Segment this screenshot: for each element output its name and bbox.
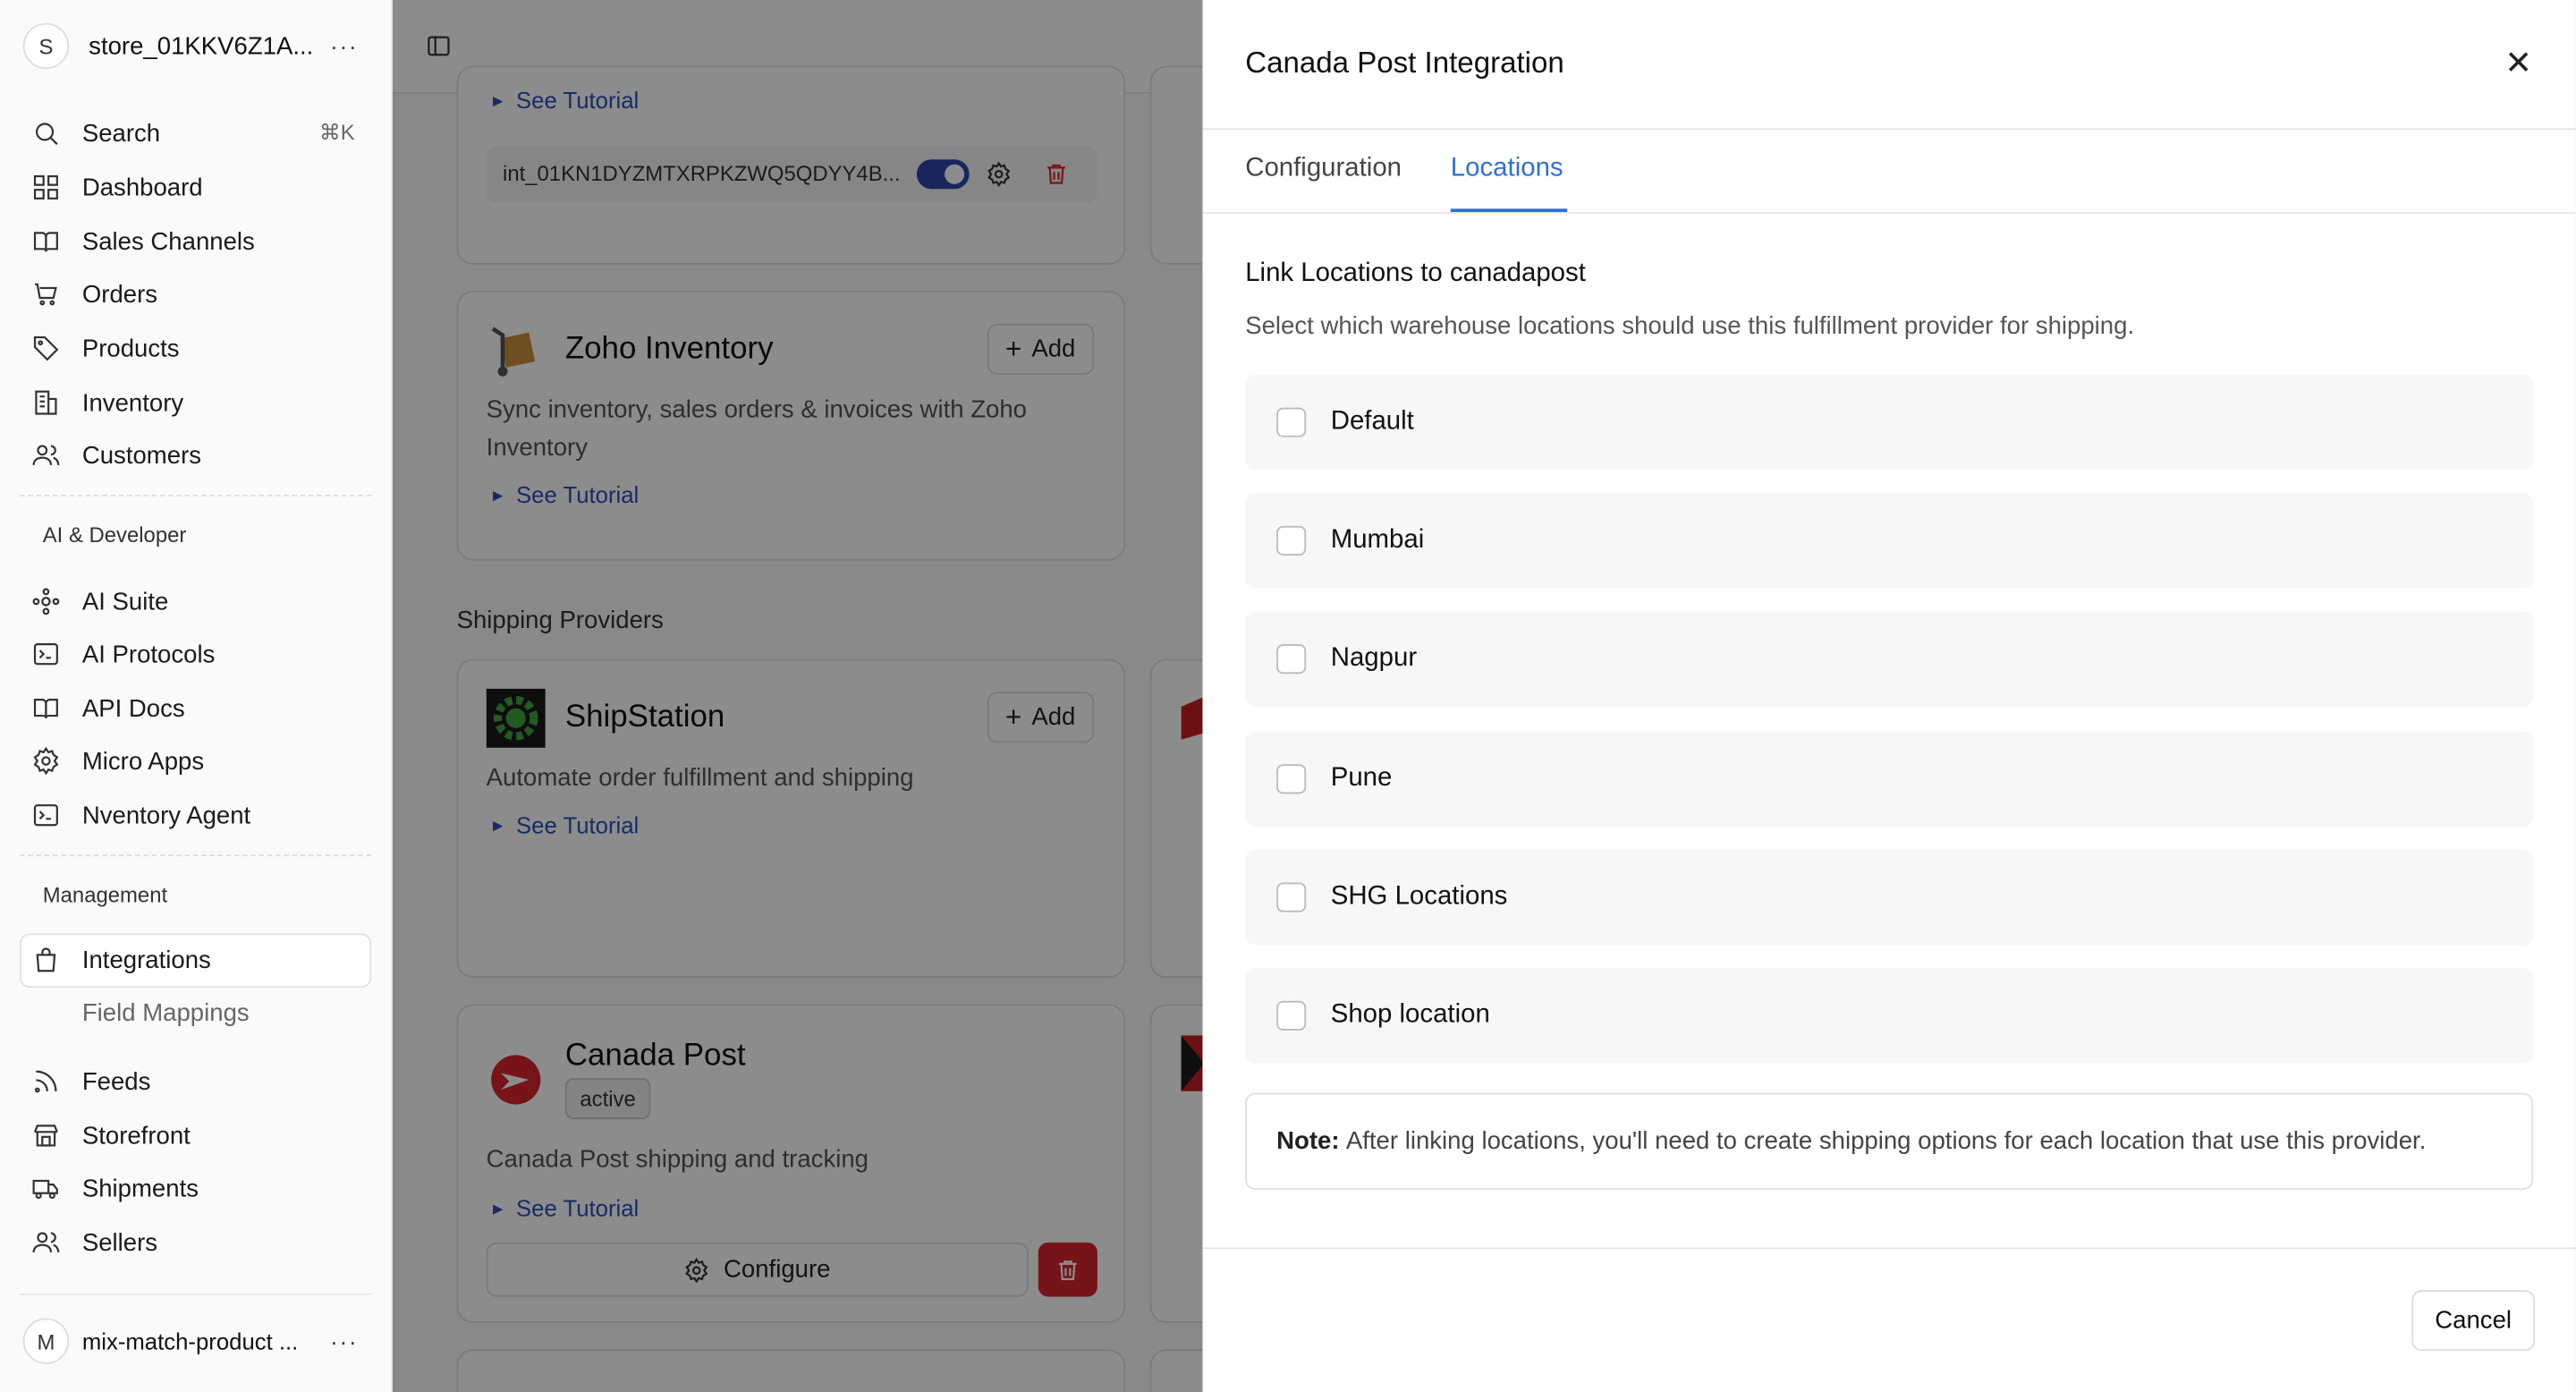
sidebar-item-nventory-agent[interactable]: Nventory Agent (30, 791, 371, 840)
note-box: Note: After linking locations, you'll ne… (1245, 1092, 2534, 1191)
location-row[interactable]: SHG Locations (1245, 849, 2534, 946)
sidebar-item-inventory[interactable]: Inventory (30, 378, 371, 428)
location-label: Pune (1330, 764, 1393, 793)
location-row[interactable]: Mumbai (1245, 493, 2534, 589)
sidebar-item-sales-channels[interactable]: Sales Channels (30, 216, 371, 266)
sidebar-item-orders[interactable]: Orders (30, 269, 371, 318)
search-button[interactable]: Search ⌘K (30, 108, 371, 157)
sidebar-item-label: Shipments (81, 1174, 199, 1202)
sidebar-item-api-docs[interactable]: API Docs (30, 683, 371, 733)
sidebar-item-ai-protocols[interactable]: AI Protocols (30, 630, 371, 679)
sidebar-item-dashboard[interactable]: Dashboard (30, 163, 371, 212)
sidebar-item-label: Dashboard (81, 173, 203, 202)
truck-icon (30, 1172, 63, 1205)
location-label: Default (1330, 407, 1414, 436)
users-icon (30, 1226, 63, 1259)
location-label: Shop location (1330, 1000, 1490, 1030)
sidebar-subitem-field-mappings[interactable]: Field Mappings (82, 999, 250, 1027)
sidebar-item-label: Products (81, 334, 180, 363)
terminal-icon (30, 638, 63, 671)
sidebar-item-customers[interactable]: Customers (30, 430, 371, 480)
sidebar-item-sellers[interactable]: Sellers (30, 1218, 371, 1267)
sidebar-item-label: Integrations (81, 946, 211, 974)
divider (20, 854, 372, 857)
cart-icon (30, 277, 63, 310)
sidebar-item-label: Sales Channels (81, 227, 255, 256)
group-label-ai: AI & Developer (42, 522, 187, 547)
location-checkbox[interactable] (1276, 407, 1307, 437)
user-switcher[interactable]: M mix-match-product ... ··· (22, 1318, 371, 1364)
divider (1202, 211, 2576, 214)
rss-icon (30, 1065, 63, 1098)
sidebar-item-feeds[interactable]: Feeds (30, 1057, 371, 1106)
store-icon (30, 1119, 63, 1152)
book-icon (30, 692, 63, 725)
store-avatar: S (22, 22, 70, 70)
sidebar-item-label: AI Protocols (81, 640, 216, 668)
gear-icon (30, 744, 63, 777)
book-icon (30, 225, 63, 259)
divider (1202, 1247, 2576, 1250)
location-checkbox[interactable] (1276, 882, 1307, 912)
sidebar-item-label: Storefront (81, 1121, 191, 1150)
building-icon (30, 386, 63, 420)
store-name: store_01KKV6Z1A... (89, 31, 314, 61)
sidebar-item-label: Orders (81, 280, 158, 309)
note-text: After linking locations, you'll need to … (1345, 1127, 2427, 1156)
note-label: Note: (1276, 1127, 1340, 1156)
location-row[interactable]: Shop location (1245, 968, 2534, 1064)
sidebar-item-storefront[interactable]: Storefront (30, 1111, 371, 1160)
users-icon (30, 439, 63, 472)
section-title: Link Locations to canadapost (1245, 259, 1586, 288)
divider (20, 1293, 372, 1295)
user-more-icon[interactable]: ··· (330, 1328, 358, 1354)
location-checkbox[interactable] (1276, 525, 1307, 556)
location-label: SHG Locations (1330, 882, 1508, 911)
location-label: Mumbai (1330, 525, 1425, 555)
sidebar-item-label: Nventory Agent (81, 801, 251, 829)
sidebar-item-micro-apps[interactable]: Micro Apps (30, 736, 371, 785)
sidebar-item-label: API Docs (81, 694, 185, 723)
sidebar-item-label: Inventory (81, 388, 184, 417)
close-icon[interactable]: ✕ (2504, 46, 2533, 81)
user-avatar: M (22, 1318, 70, 1364)
user-name: mix-match-product ... (81, 1328, 299, 1354)
search-label: Search (81, 119, 161, 148)
tab-configuration[interactable]: Configuration (1245, 155, 1402, 184)
grid-icon (30, 171, 63, 204)
sidebar-item-label: Feeds (81, 1067, 151, 1096)
sidebar-item-products[interactable]: Products (30, 324, 371, 373)
drawer-title: Canada Post Integration (1245, 46, 1564, 80)
divider (20, 494, 372, 497)
divider (1202, 128, 2576, 131)
location-row[interactable]: Pune (1245, 731, 2534, 828)
sidebar-item-label: Customers (81, 441, 202, 470)
section-description: Select which warehouse locations should … (1245, 312, 2135, 341)
sidebar-item-integrations[interactable]: Integrations (30, 935, 371, 984)
group-label-management: Management (42, 882, 168, 908)
search-shortcut: ⌘K (318, 120, 355, 145)
terminal-icon (30, 799, 63, 832)
sidebar-item-label: Sellers (81, 1228, 158, 1257)
sidebar: S store_01KKV6Z1A... ··· Search ⌘K Dashb… (0, 0, 393, 1392)
location-row[interactable]: Nagpur (1245, 611, 2534, 707)
sidebar-item-label: Micro Apps (81, 746, 205, 776)
sidebar-item-label: AI Suite (81, 587, 169, 615)
bag-icon (30, 943, 63, 976)
integration-drawer: Canada Post Integration ✕ Configuration … (1202, 0, 2576, 1392)
location-checkbox[interactable] (1276, 764, 1307, 794)
tag-icon (30, 332, 63, 365)
location-checkbox[interactable] (1276, 644, 1307, 675)
sidebar-item-ai-suite[interactable]: AI Suite (30, 577, 371, 626)
sidebar-item-shipments[interactable]: Shipments (30, 1164, 371, 1213)
search-icon (30, 116, 63, 149)
location-row[interactable]: Default (1245, 374, 2534, 471)
location-label: Nagpur (1330, 644, 1418, 673)
ai-icon (30, 585, 63, 618)
store-more-icon[interactable]: ··· (330, 33, 358, 59)
tab-locations[interactable]: Locations (1451, 155, 1563, 184)
cancel-button[interactable]: Cancel (2411, 1290, 2536, 1352)
store-switcher[interactable]: S store_01KKV6Z1A... ··· (22, 22, 371, 70)
location-checkbox[interactable] (1276, 1000, 1307, 1031)
